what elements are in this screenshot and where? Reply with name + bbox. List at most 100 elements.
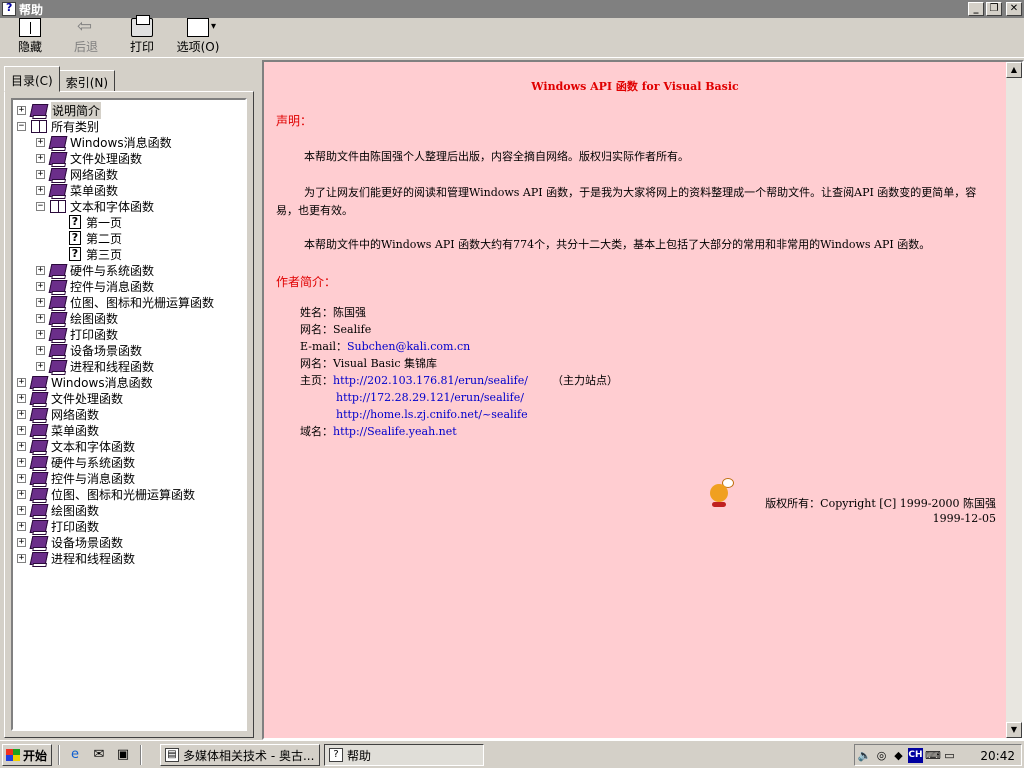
tree-item[interactable]: + 设备场景函数	[17, 534, 123, 550]
tree-item[interactable]: ? 第一页	[55, 214, 122, 230]
expand-icon[interactable]: +	[17, 489, 26, 499]
tree-item[interactable]: + 位图、图标和光栅运算函数	[36, 294, 214, 310]
closed-book-icon	[29, 391, 49, 405]
show-desktop-icon[interactable]: ▣	[114, 746, 132, 764]
tree-item[interactable]: + 菜单函数	[36, 182, 118, 198]
email-link[interactable]: Subchen@kali.com.cn	[347, 340, 470, 353]
expand-icon[interactable]: +	[17, 473, 26, 483]
title-bar[interactable]: 帮助 _ ❐ ✕	[0, 0, 1024, 18]
monitor-icon[interactable]: ▭	[942, 748, 957, 763]
tree-item[interactable]: + 打印函数	[36, 326, 118, 342]
outlook-icon[interactable]: ✉	[90, 746, 108, 764]
tree-item[interactable]: + 菜单函数	[17, 422, 99, 438]
taskbar-separator	[58, 745, 60, 765]
tree-item[interactable]: + 文件处理函数	[36, 150, 142, 166]
start-button[interactable]: 开始	[2, 744, 52, 766]
closed-book-icon	[48, 151, 68, 165]
expand-icon[interactable]: +	[17, 105, 26, 115]
tree-item[interactable]: + 绘图函数	[17, 502, 99, 518]
tree-item[interactable]: − 文本和字体函数	[36, 198, 154, 214]
collapse-icon[interactable]: −	[17, 121, 26, 131]
tree-item[interactable]: + 控件与消息函数	[17, 470, 135, 486]
tree-item[interactable]: + 设备场景函数	[36, 342, 142, 358]
keyboard-icon[interactable]: ⌨	[925, 748, 941, 763]
expand-icon[interactable]: +	[36, 185, 45, 195]
expand-icon[interactable]: +	[36, 345, 45, 355]
tree-item[interactable]: + Windows消息函数	[17, 374, 153, 390]
tree-item[interactable]: + Windows消息函数	[36, 134, 172, 150]
back-button[interactable]: 后退	[58, 16, 114, 57]
tree-item-label: 位图、图标和光栅运算函数	[51, 487, 196, 502]
contents-tree[interactable]: + 说明简介 − 所有类别 + Windows消息函数 + 文件处理函数 + 网络函数 + 菜单函数 −…	[11, 98, 247, 731]
volume-icon[interactable]: 🔈	[857, 748, 872, 763]
expand-icon[interactable]: +	[36, 281, 45, 291]
expand-icon[interactable]: +	[17, 377, 26, 387]
tab-index[interactable]: 索引(N)	[58, 70, 116, 92]
tree-item[interactable]: + 硬件与系统函数	[17, 454, 135, 470]
tree-item[interactable]: + 说明简介	[17, 101, 102, 119]
restore-button[interactable]: ❐	[986, 2, 1002, 16]
expand-icon[interactable]: +	[17, 553, 26, 563]
tree-item[interactable]: + 进程和线程函数	[17, 550, 135, 566]
expand-icon[interactable]: +	[36, 329, 45, 339]
tree-item[interactable]: + 网络函数	[17, 406, 99, 422]
tree-item[interactable]: + 控件与消息函数	[36, 278, 154, 294]
task-multimedia[interactable]: ▤ 多媒体相关技术 - 奥古...	[160, 744, 320, 766]
tree-item[interactable]: + 文本和字体函数	[17, 438, 135, 454]
network-icon[interactable]: ◎	[874, 748, 889, 763]
shield-icon[interactable]: ◆	[891, 748, 906, 763]
homepage-link-2[interactable]: http://172.28.29.121/erun/sealife/	[336, 391, 524, 404]
expand-icon[interactable]: +	[36, 169, 45, 179]
tree-item[interactable]: + 硬件与系统函数	[36, 262, 154, 278]
toolbar: 隐藏 后退 打印 选项(O)	[0, 15, 1024, 58]
collapse-icon[interactable]: −	[36, 201, 45, 211]
expand-icon[interactable]: +	[17, 537, 26, 547]
internet-explorer-icon[interactable]: e	[66, 746, 84, 764]
tree-item[interactable]: + 打印函数	[17, 518, 99, 534]
minimize-button[interactable]: _	[968, 2, 984, 16]
expand-icon[interactable]: +	[36, 313, 45, 323]
tree-item[interactable]: + 进程和线程函数	[36, 358, 154, 374]
hide-button[interactable]: 隐藏	[2, 18, 58, 57]
tree-item[interactable]: + 绘图函数	[36, 310, 118, 326]
expand-icon[interactable]: +	[36, 297, 45, 307]
expand-icon[interactable]: +	[17, 441, 26, 451]
expand-icon[interactable]: +	[17, 409, 26, 419]
close-button[interactable]: ✕	[1006, 2, 1022, 16]
tree-item-label: 第一页	[86, 215, 123, 230]
closed-book-icon	[29, 423, 49, 437]
expand-icon[interactable]: +	[17, 425, 26, 435]
open-book-icon	[31, 119, 47, 133]
homepage-link-3[interactable]: http://home.ls.zj.cnifo.net/~sealife	[336, 408, 528, 421]
tab-contents[interactable]: 目录(C)	[4, 66, 60, 92]
expand-icon[interactable]: +	[36, 265, 45, 275]
expand-icon[interactable]: +	[17, 521, 26, 531]
scroll-down-button[interactable]: ▼	[1006, 722, 1022, 738]
tree-item[interactable]: ? 第三页	[55, 246, 122, 262]
tree-item[interactable]: + 文件处理函数	[17, 390, 123, 406]
tree-item[interactable]: + 网络函数	[36, 166, 118, 182]
expand-icon[interactable]: +	[36, 153, 45, 163]
tree-item[interactable]: + 位图、图标和光栅运算函数	[17, 486, 195, 502]
tree-item[interactable]: ? 第二页	[55, 230, 122, 246]
closed-book-icon	[29, 375, 49, 389]
expand-icon[interactable]: +	[36, 137, 45, 147]
print-button[interactable]: 打印	[114, 15, 170, 57]
tree-item[interactable]: − 所有类别	[17, 118, 99, 134]
task-help[interactable]: ? 帮助	[324, 744, 484, 766]
nickname-row: 网名：Sealife	[300, 321, 371, 338]
expand-icon[interactable]: +	[17, 505, 26, 515]
domain-link[interactable]: http://Sealife.yeah.net	[333, 425, 457, 438]
options-button[interactable]: 选项(O)	[170, 18, 226, 57]
homepage-link-1[interactable]: http://202.103.176.81/erun/sealife/	[333, 374, 528, 387]
help-page-icon: ?	[69, 231, 81, 245]
clock[interactable]: 20:42	[980, 749, 1015, 763]
expand-icon[interactable]: +	[36, 361, 45, 371]
expand-icon[interactable]: +	[17, 393, 26, 403]
hide-label: 隐藏	[17, 40, 42, 54]
expand-icon[interactable]: +	[17, 457, 26, 467]
scroll-up-button[interactable]: ▲	[1006, 62, 1022, 78]
tree-item-label: Windows消息函数	[70, 135, 172, 150]
vertical-scrollbar[interactable]: ▲ ▼	[1006, 62, 1022, 738]
ime-indicator[interactable]: CH	[908, 748, 923, 763]
